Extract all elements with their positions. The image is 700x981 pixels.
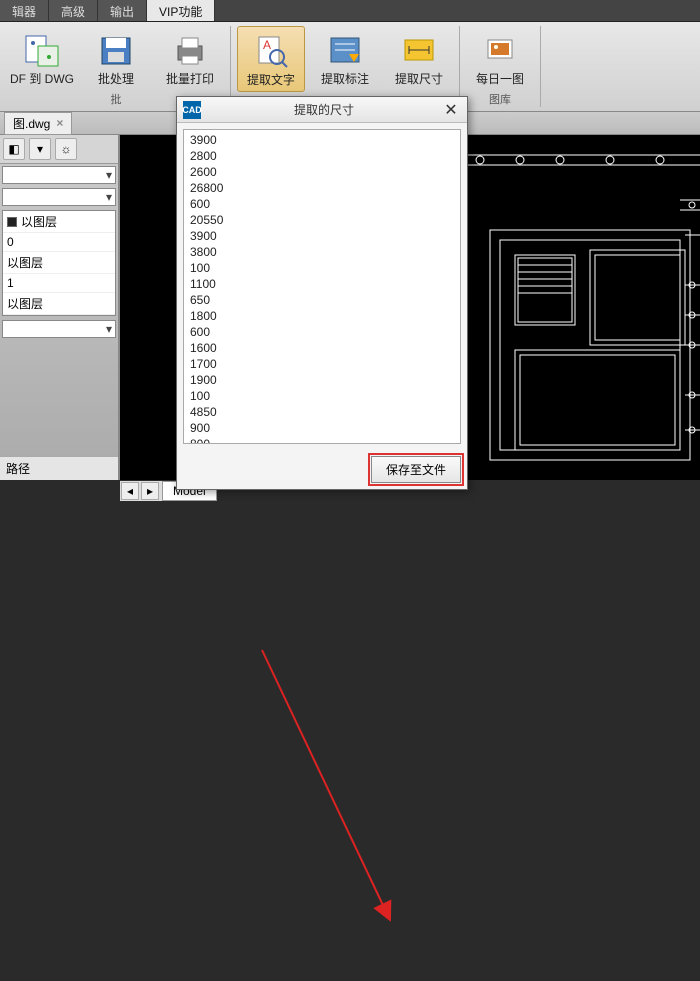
dialog-titlebar[interactable]: CAD 提取的尺寸 ✕ [177, 97, 467, 123]
batch-process-label: 批处理 [98, 72, 134, 86]
panel-toolbar: ◧ ▾ ☼ [0, 135, 118, 164]
dimension-value[interactable]: 900 [190, 420, 454, 436]
annotation-arrow [0, 480, 700, 981]
daily-image-button[interactable]: 每日一图 [466, 26, 534, 90]
dimension-value[interactable]: 1100 [190, 276, 454, 292]
list-item[interactable]: 以图层 [3, 252, 115, 274]
close-doc-icon[interactable]: × [56, 116, 63, 130]
dimension-value[interactable]: 100 [190, 388, 454, 404]
tab-editor[interactable]: 辑器 [0, 0, 49, 21]
chevron-down-icon: ▾ [106, 168, 112, 182]
chevron-down-icon: ▾ [106, 322, 112, 336]
ribbon-group-extract: A 提取文字 提取标注 提取尺寸 [231, 26, 460, 107]
dimension-value[interactable]: 3900 [190, 228, 454, 244]
print-icon [170, 30, 210, 70]
dimension-value[interactable]: 2800 [190, 148, 454, 164]
dimension-value[interactable]: 1700 [190, 356, 454, 372]
panel-btn-1[interactable]: ◧ [3, 138, 25, 160]
list-item[interactable]: 以图层 [3, 293, 115, 315]
list-item[interactable]: 1 [3, 274, 115, 293]
checkbox-icon [7, 217, 17, 227]
batch-print-label: 批量打印 [166, 72, 214, 86]
pdf-to-dwg-button[interactable]: DF 到 DWG [8, 26, 76, 90]
group-gallery-label: 图库 [489, 91, 511, 107]
batch-print-button[interactable]: 批量打印 [156, 26, 224, 90]
document-tab[interactable]: 图.dwg × [4, 112, 72, 135]
chevron-down-icon: ▾ [106, 190, 112, 204]
dimension-value[interactable]: 1800 [190, 308, 454, 324]
tab-output[interactable]: 输出 [98, 0, 147, 21]
dimension-value[interactable]: 650 [190, 292, 454, 308]
panel-footer: 路径 [0, 456, 118, 480]
list-item[interactable]: 以图层 [3, 211, 115, 233]
dimension-value[interactable]: 600 [190, 196, 454, 212]
dimension-value[interactable]: 2600 [190, 164, 454, 180]
model-next-button[interactable]: ▸ [141, 482, 159, 500]
extract-text-label: 提取文字 [247, 73, 295, 87]
layer-list: 以图层 0 以图层 1 以图层 [2, 210, 116, 316]
panel-dropdown-1[interactable]: ▾ [2, 166, 116, 184]
dimension-value[interactable]: 3800 [190, 244, 454, 260]
daily-image-label: 每日一图 [476, 72, 524, 86]
tab-vip[interactable]: VIP功能 [147, 0, 215, 21]
left-panel: ◧ ▾ ☼ ▾ ▾ 以图层 0 以图层 1 以图层 ▾ 路径 [0, 135, 120, 480]
extract-dim-label: 提取尺寸 [395, 72, 443, 86]
panel-btn-2[interactable]: ▾ [29, 138, 51, 160]
svg-text:A: A [263, 38, 271, 52]
ribbon-group-gallery: 每日一图 图库 [460, 26, 541, 107]
dimension-value[interactable]: 1600 [190, 340, 454, 356]
extract-annot-button[interactable]: 提取标注 [311, 26, 379, 92]
extract-text-button[interactable]: A 提取文字 [237, 26, 305, 92]
menu-tabs: 辑器 高级 输出 VIP功能 [0, 0, 700, 22]
dimension-value[interactable]: 3900 [190, 132, 454, 148]
dimension-value[interactable]: 26800 [190, 180, 454, 196]
close-icon[interactable]: ✕ [441, 100, 461, 120]
dimension-value[interactable]: 1900 [190, 372, 454, 388]
pdf-icon [22, 30, 62, 70]
model-prev-button[interactable]: ◂ [121, 482, 139, 500]
dimension-value[interactable]: 4850 [190, 404, 454, 420]
group-batch-label: 批 [111, 91, 122, 107]
annot-icon [325, 30, 365, 70]
document-name: 图.dwg [13, 115, 50, 132]
save-to-file-button[interactable]: 保存至文件 [371, 456, 461, 483]
ribbon-group-batch: DF 到 DWG 批处理 批量打印 批 [2, 26, 231, 107]
dimension-value[interactable]: 600 [190, 324, 454, 340]
dimension-list[interactable]: 3900280026002680060020550390038001001100… [183, 129, 461, 444]
list-item[interactable]: 0 [3, 233, 115, 252]
dim-icon [399, 30, 439, 70]
panel-btn-3[interactable]: ☼ [55, 138, 77, 160]
tab-advanced[interactable]: 高级 [49, 0, 98, 21]
dialog-title: 提取的尺寸 [207, 101, 441, 118]
panel-dropdown-2[interactable]: ▾ [2, 188, 116, 206]
pdf-to-dwg-label: DF 到 DWG [10, 72, 74, 86]
save-icon [96, 30, 136, 70]
panel-dropdown-3[interactable]: ▾ [2, 320, 116, 338]
doc-search-icon: A [251, 31, 291, 71]
dimension-value[interactable]: 800 [190, 436, 454, 444]
cad-icon: CAD [183, 101, 201, 119]
dimension-value[interactable]: 20550 [190, 212, 454, 228]
batch-process-button[interactable]: 批处理 [82, 26, 150, 90]
extract-dim-button[interactable]: 提取尺寸 [385, 26, 453, 92]
dimension-value[interactable]: 100 [190, 260, 454, 276]
pic-icon [480, 30, 520, 70]
extracted-dimensions-dialog: CAD 提取的尺寸 ✕ 3900280026002680060020550390… [176, 96, 468, 490]
extract-annot-label: 提取标注 [321, 72, 369, 86]
